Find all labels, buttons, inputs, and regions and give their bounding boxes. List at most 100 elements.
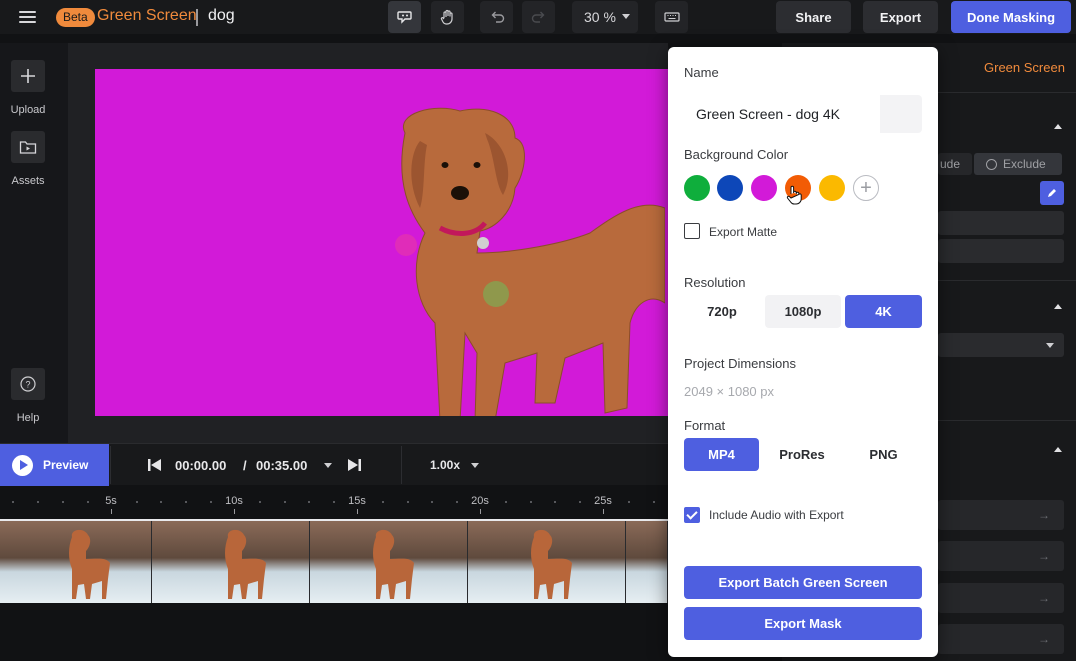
chevron-up-icon[interactable] <box>1054 304 1062 309</box>
resolution-4k[interactable]: 4K <box>845 295 922 328</box>
upload-button[interactable] <box>11 60 45 92</box>
video-thumbnail <box>310 521 468 603</box>
ruler-tick <box>210 501 212 503</box>
video-track[interactable] <box>0 519 668 603</box>
exclude-toggle[interactable]: Exclude <box>974 153 1062 175</box>
undo-icon <box>491 11 504 23</box>
chevron-down-icon[interactable] <box>471 463 479 468</box>
project-dimensions-value: 2049 × 1080 px <box>684 384 774 399</box>
ruler-tick <box>456 501 458 503</box>
ruler-tick-label: 10s <box>225 495 243 507</box>
resolution-720p[interactable]: 720p <box>684 295 760 328</box>
include-audio-checkbox[interactable] <box>684 507 700 523</box>
divider <box>401 446 402 484</box>
format-mp4[interactable]: MP4 <box>684 438 759 471</box>
export-batch-green-screen-button[interactable]: Export Batch Green Screen <box>684 566 922 599</box>
ruler-tick <box>284 501 286 503</box>
share-button[interactable]: Share <box>776 1 851 33</box>
ruler-major-tick <box>111 509 112 514</box>
export-matte-checkbox[interactable] <box>684 223 700 239</box>
edit-button[interactable] <box>1040 181 1064 205</box>
ruler-tick <box>308 501 310 503</box>
assets-label: Assets <box>11 175 45 187</box>
name-input[interactable]: Green Screen - dog 4K <box>684 95 922 133</box>
hand-tool[interactable] <box>431 1 464 33</box>
time-separator: / <box>243 458 247 473</box>
left-rail: Upload Assets ? Help <box>0 43 68 443</box>
list-item[interactable]: → <box>938 500 1064 530</box>
add-color-button[interactable]: + <box>853 175 879 201</box>
ruler-tick <box>12 501 14 503</box>
menu-icon[interactable] <box>19 11 36 24</box>
list-item[interactable]: → <box>938 624 1064 654</box>
arrow-right-icon: → <box>1038 549 1050 563</box>
resolution-label: Resolution <box>684 275 746 290</box>
ruler-tick <box>431 501 433 503</box>
help-button[interactable]: ? <box>11 368 45 400</box>
ruler-tick <box>530 501 532 503</box>
format-png[interactable]: PNG <box>845 438 922 471</box>
undo-button[interactable] <box>480 1 513 33</box>
done-masking-button[interactable]: Done Masking <box>951 1 1071 33</box>
color-swatch-yellow[interactable] <box>819 175 845 201</box>
chevron-up-icon[interactable] <box>1054 124 1062 129</box>
brush-mark <box>483 281 509 307</box>
chevron-down-icon <box>622 14 630 19</box>
project-name[interactable]: dog <box>208 7 235 25</box>
resolution-1080p[interactable]: 1080p <box>765 295 841 328</box>
tab-green-screen[interactable]: Green Screen <box>984 60 1065 75</box>
timeline-ruler[interactable]: 5s 10s 15s 20s 25s <box>0 486 668 518</box>
export-mask-button[interactable]: Export Mask <box>684 607 922 640</box>
export-matte-label: Export Matte <box>709 225 778 239</box>
assets-button[interactable] <box>11 131 45 163</box>
keyboard-shortcuts-button[interactable] <box>655 1 688 33</box>
ruler-tick <box>185 501 187 503</box>
export-dialog: Name Green Screen - dog 4K Background Co… <box>668 47 938 657</box>
color-swatch-magenta[interactable] <box>751 175 777 201</box>
keyboard-icon <box>663 12 680 22</box>
timeline-empty-area <box>0 603 668 661</box>
ruler-tick <box>653 501 655 503</box>
divider <box>110 446 111 484</box>
include-toggle[interactable]: ude <box>938 153 972 175</box>
dog-thumbnail <box>373 529 414 599</box>
ruler-tick <box>259 501 261 503</box>
preview-button[interactable]: Preview <box>0 444 109 486</box>
export-button[interactable]: Export <box>863 1 938 33</box>
redo-icon <box>531 11 544 23</box>
upload-label: Upload <box>10 104 46 116</box>
zoom-select[interactable]: 30 % <box>572 1 638 33</box>
list-item[interactable]: → <box>938 583 1064 613</box>
exclude-label: Exclude <box>1003 157 1046 171</box>
color-swatch-green[interactable] <box>684 175 710 201</box>
plus-icon <box>21 69 35 83</box>
name-label: Name <box>684 65 719 80</box>
mask-brush-tool[interactable] <box>388 1 421 33</box>
hand-pointer-icon <box>786 185 802 205</box>
ruler-tick <box>160 501 162 503</box>
skip-back-icon[interactable] <box>148 459 161 471</box>
redo-button[interactable] <box>522 1 555 33</box>
slider-field[interactable] <box>938 211 1064 235</box>
ruler-tick <box>136 501 138 503</box>
chevron-up-icon[interactable] <box>1054 447 1062 452</box>
slider-field[interactable] <box>938 239 1064 263</box>
zoom-value: 30 % <box>584 9 616 25</box>
arrow-right-icon: → <box>1038 508 1050 522</box>
brush-icon <box>396 11 412 24</box>
playback-speed[interactable]: 1.00x <box>430 458 460 472</box>
preview-canvas[interactable] <box>95 69 668 416</box>
list-item[interactable]: → <box>938 541 1064 571</box>
pencil-icon <box>1048 189 1056 197</box>
name-value: Green Screen - dog 4K <box>696 106 840 122</box>
playback-bar: Preview 00:00.00 / 00:35.00 1.00x <box>0 443 668 486</box>
help-label: Help <box>16 412 40 424</box>
format-prores[interactable]: ProRes <box>764 438 840 471</box>
color-swatch-blue[interactable] <box>717 175 743 201</box>
chevron-down-icon[interactable] <box>324 463 332 468</box>
skip-forward-icon[interactable] <box>348 459 361 471</box>
input-shade <box>880 95 922 133</box>
project-dimensions-label: Project Dimensions <box>684 356 796 371</box>
dropdown-field[interactable] <box>938 333 1064 357</box>
include-audio-label: Include Audio with Export <box>709 508 844 522</box>
